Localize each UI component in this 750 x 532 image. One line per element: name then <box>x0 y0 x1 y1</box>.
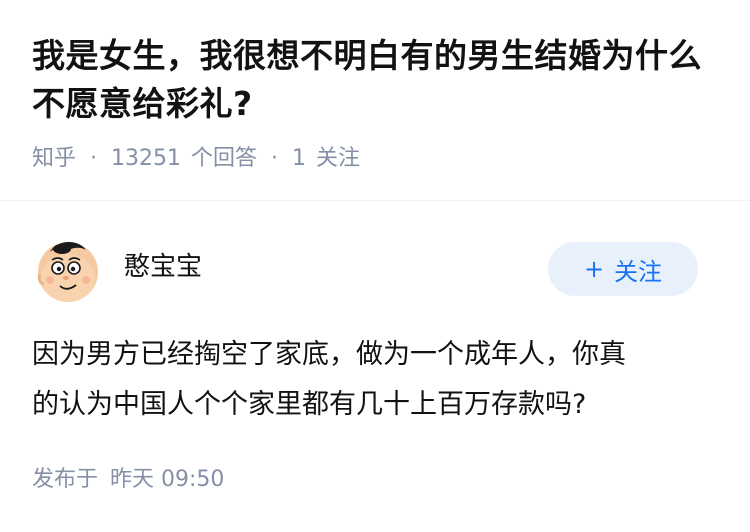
publish-label: 发布于 <box>32 467 99 492</box>
answer-content-line: 的认为中国人个个家里都有几十上百万存款吗? <box>32 389 587 420</box>
source-label[interactable]: 知乎 <box>32 144 76 174</box>
question-title[interactable]: 我是女生，我很想不明白有的男生结婚为什么不愿意给彩礼? <box>32 32 722 128</box>
meta-separator: · <box>271 146 279 171</box>
answer-count-label: 个回答 <box>191 146 258 171</box>
follow-count: 1 <box>292 146 307 171</box>
meta-separator: · <box>90 146 98 171</box>
avatar[interactable] <box>32 234 104 306</box>
follow-count-label: 关注 <box>316 146 361 171</box>
follow-button-label: 关注 <box>614 257 663 286</box>
author-name[interactable]: 憨宝宝 <box>124 250 202 284</box>
section-divider <box>0 200 750 201</box>
plus-icon: + <box>583 255 605 283</box>
publish-info: 发布于 昨天 09:50 <box>32 464 224 496</box>
answer-page: 我是女生，我很想不明白有的男生结婚为什么不愿意给彩礼? 知乎 · 13251 个… <box>0 0 750 532</box>
question-meta: 知乎 · 13251 个回答 · 1 关注 <box>32 144 722 174</box>
answer-content[interactable]: 因为男方已经掏空了家底，做为一个成年人，你真 的认为中国人个个家里都有几十上百万… <box>32 330 718 430</box>
question-header: 我是女生，我很想不明白有的男生结婚为什么不愿意给彩礼? 知乎 · 13251 个… <box>32 32 722 174</box>
answer-content-line: 因为男方已经掏空了家底，做为一个成年人，你真 <box>32 339 626 370</box>
publish-time: 昨天 09:50 <box>110 467 225 492</box>
follow-button[interactable]: + 关注 <box>548 242 698 296</box>
author-bar: 憨宝宝 + 关注 <box>32 234 718 306</box>
answer-count: 13251 <box>111 146 182 171</box>
